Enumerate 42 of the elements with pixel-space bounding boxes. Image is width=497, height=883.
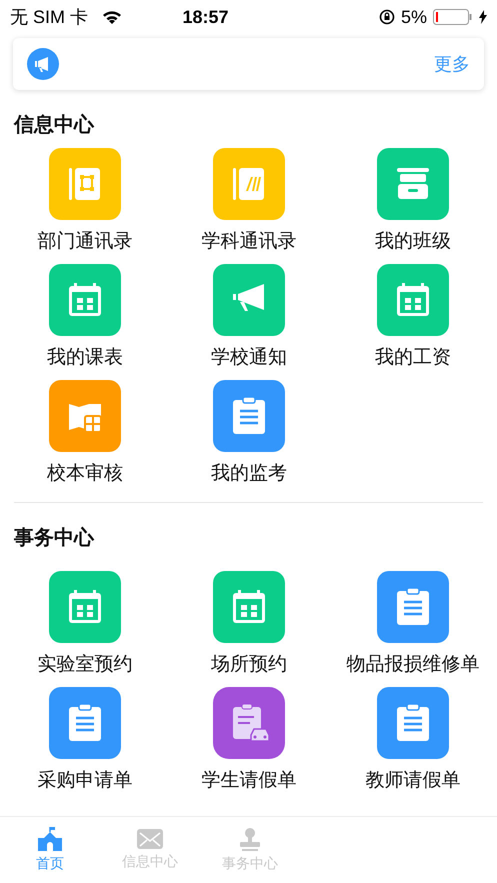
app-icon[interactable]: [377, 571, 449, 643]
charging-icon: [479, 10, 487, 24]
app-label: 我的工资: [375, 345, 451, 370]
app-icon[interactable]: [49, 571, 121, 643]
clock-time: 18:57: [181, 6, 230, 28]
more-link[interactable]: 更多: [434, 52, 470, 76]
tab-button[interactable]: 首页: [0, 817, 100, 883]
section-title: 事务中心: [14, 524, 96, 551]
battery-percent: 5%: [400, 6, 427, 28]
app-label: 物品报损维修单: [346, 652, 480, 677]
app-icon[interactable]: [49, 264, 121, 336]
app-label: 我的班级: [375, 229, 451, 254]
notice-bar[interactable]: 更多: [13, 38, 484, 90]
app-label: 学校通知: [211, 345, 287, 370]
app-label: 实验室预约: [38, 652, 132, 677]
app-icon[interactable]: [213, 380, 285, 452]
app-icon[interactable]: [377, 264, 449, 336]
app-icon[interactable]: [377, 687, 449, 759]
app-label: 采购申请单: [38, 768, 132, 793]
app-label: 场所预约: [211, 652, 287, 677]
app-icon[interactable]: [49, 380, 121, 452]
megaphone-icon: [27, 48, 59, 80]
section-title: 信息中心: [14, 111, 96, 138]
app-label: 我的监考: [211, 461, 287, 486]
app-label: 我的课表: [47, 345, 123, 370]
app-label: 校本审核: [47, 461, 123, 486]
envelope-icon: [137, 829, 163, 849]
carrier-text: 无 SIM 卡: [10, 6, 88, 29]
stamp-icon: [238, 827, 262, 851]
battery-icon: [433, 9, 473, 25]
app-label: 学生请假单: [202, 768, 296, 793]
app-icon[interactable]: [213, 264, 285, 336]
school-icon: [36, 827, 64, 851]
app-icon[interactable]: [377, 148, 449, 220]
app-label: 部门通讯录: [38, 229, 132, 254]
app-icon[interactable]: [213, 687, 285, 759]
app-icon[interactable]: [213, 571, 285, 643]
app-label: 学科通讯录: [202, 229, 296, 254]
rotation-lock-icon: [378, 9, 395, 25]
app-icon[interactable]: [49, 687, 121, 759]
wifi-icon: [102, 10, 122, 24]
app-label: 教师请假单: [366, 768, 460, 793]
